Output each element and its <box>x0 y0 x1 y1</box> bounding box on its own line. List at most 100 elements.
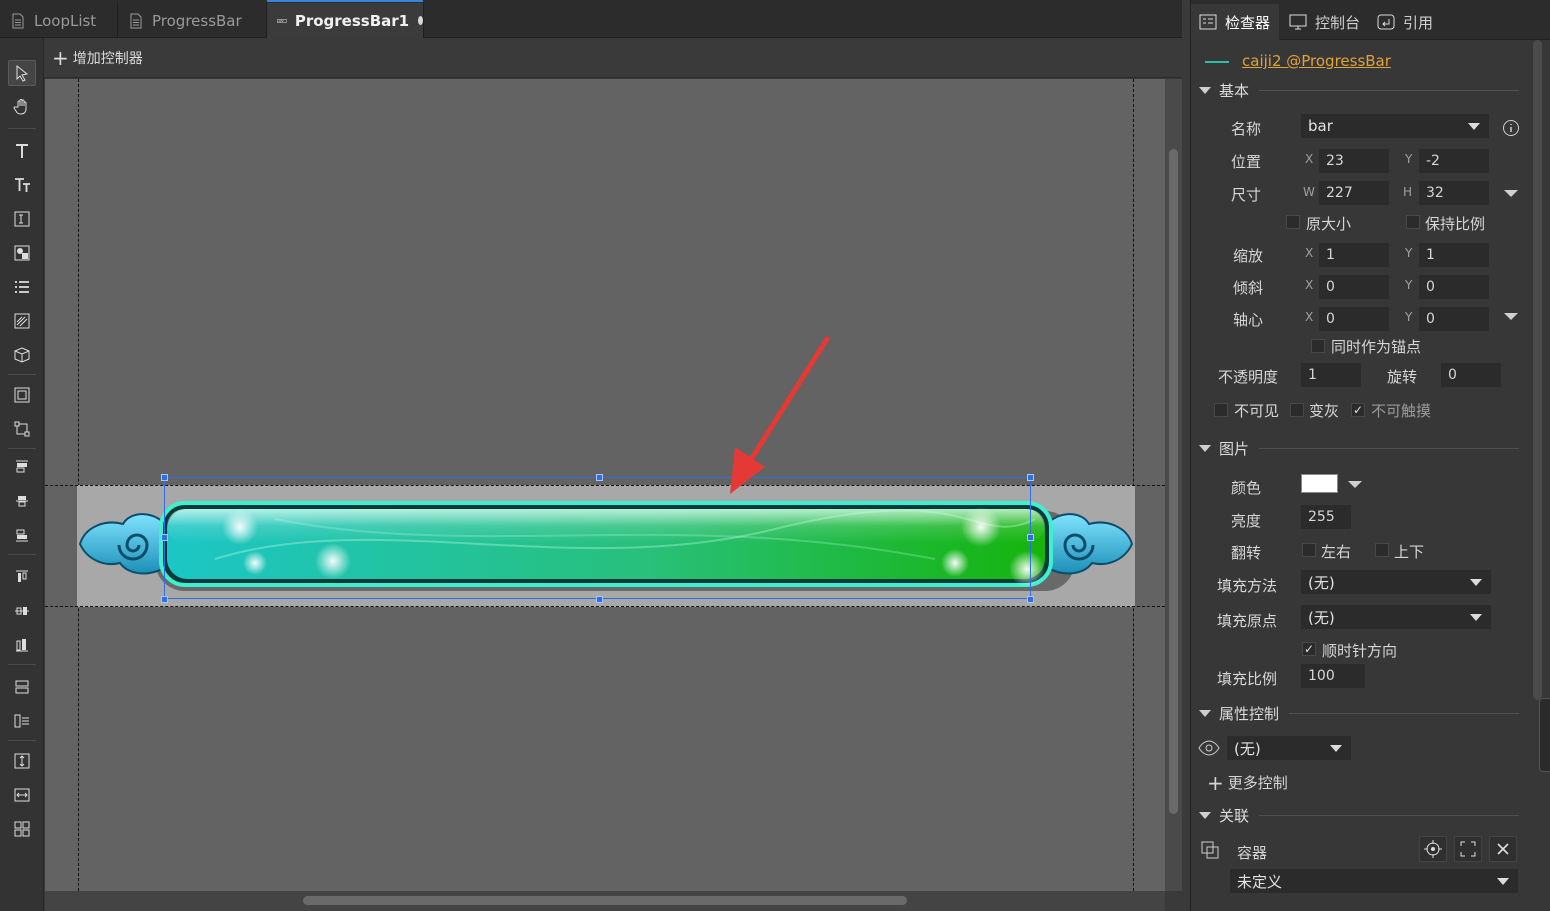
axis-y-label: Y <box>1405 152 1413 166</box>
axis-y-label: Y <box>1405 278 1413 292</box>
section-title: 基本 <box>1219 81 1250 100</box>
resize-handle[interactable] <box>161 474 168 481</box>
collapse-triangle-icon <box>1199 86 1211 94</box>
resize-handle[interactable] <box>1027 596 1034 603</box>
remove-relation-button[interactable] <box>1489 836 1517 862</box>
resize-handle[interactable] <box>161 534 168 541</box>
tab-looplist[interactable]: LoopList <box>0 3 118 38</box>
size-h-field[interactable]: 32 <box>1419 181 1489 205</box>
fill-amount-field[interactable]: 100 <box>1301 664 1365 688</box>
input-text-icon[interactable] <box>8 206 36 232</box>
eye-icon[interactable] <box>1198 740 1220 756</box>
list-icon[interactable] <box>8 274 36 300</box>
relation-target-select[interactable]: 未定义 <box>1230 869 1518 893</box>
pivot-as-anchor-checkbox[interactable] <box>1311 339 1325 353</box>
align-top-icon[interactable] <box>8 454 36 480</box>
inspector-panel: 检查器 控制台 引用 caiji2 @ProgressBar 基本 名称 bar… <box>1190 0 1550 911</box>
property-control-select[interactable]: (无) <box>1227 736 1351 760</box>
opacity-field[interactable]: 1 <box>1301 363 1361 387</box>
pivot-menu-icon[interactable] <box>1504 313 1518 320</box>
select-arrow-icon[interactable] <box>8 60 36 86</box>
same-height-icon[interactable] <box>8 748 36 774</box>
fill-origin-select[interactable]: (无) <box>1301 605 1491 629</box>
tab-reference[interactable]: 引用 <box>1369 4 1441 40</box>
component-icon[interactable] <box>8 382 36 408</box>
close-icon <box>1497 843 1509 855</box>
pivot-y-field[interactable]: 0 <box>1419 307 1489 331</box>
side-badge <box>1539 698 1550 772</box>
same-width-icon[interactable] <box>8 782 36 808</box>
flip-ud-checkbox[interactable] <box>1375 543 1389 557</box>
model-3d-icon[interactable] <box>8 342 36 368</box>
grayed-checkbox[interactable] <box>1290 403 1304 417</box>
position-y-field[interactable]: -2 <box>1419 149 1489 173</box>
unsaved-dot-icon <box>418 16 423 25</box>
progressbar-icon[interactable] <box>8 308 36 334</box>
section-image[interactable]: 图片 <box>1199 438 1529 458</box>
inspector-scrollbar[interactable] <box>1533 40 1545 911</box>
untouchable-checkbox[interactable]: ✓ <box>1351 403 1365 417</box>
tab-inspector[interactable]: 检查器 <box>1191 4 1279 40</box>
scale-x-field[interactable]: 1 <box>1319 243 1389 267</box>
section-basic[interactable]: 基本 <box>1199 80 1529 100</box>
info-icon[interactable] <box>1502 119 1520 137</box>
resize-handle[interactable] <box>596 474 603 481</box>
color-swatch[interactable] <box>1301 474 1338 493</box>
rich-text-icon[interactable] <box>8 172 36 198</box>
invisible-checkbox[interactable] <box>1214 403 1228 417</box>
flip-lr-checkbox[interactable] <box>1302 543 1316 557</box>
distribute-h-icon[interactable] <box>8 708 36 734</box>
tab-progressbar1[interactable]: ProgressBar1 <box>267 0 424 38</box>
brightness-field[interactable]: 255 <box>1301 505 1351 529</box>
add-controller-button[interactable]: + 增加控制器 <box>52 48 143 68</box>
skew-y-field[interactable]: 0 <box>1419 275 1489 299</box>
hand-pan-icon[interactable] <box>8 94 36 120</box>
tab-label: ProgressBar <box>152 11 242 30</box>
canvas-horizontal-scrollbar[interactable] <box>45 891 1165 911</box>
size-menu-icon[interactable] <box>1504 190 1518 197</box>
locate-target-button[interactable] <box>1419 836 1447 862</box>
tab-console[interactable]: 控制台 <box>1281 4 1369 40</box>
align-bottom-icon[interactable] <box>8 522 36 548</box>
text-icon[interactable] <box>8 138 36 164</box>
distribute-v-icon[interactable] <box>8 674 36 700</box>
resize-handle[interactable] <box>1027 474 1034 481</box>
relation-icon[interactable] <box>8 416 36 442</box>
clockwise-checkbox[interactable]: ✓ <box>1302 642 1316 656</box>
grid-icon[interactable] <box>8 816 36 842</box>
resize-handle[interactable] <box>1027 534 1034 541</box>
keep-ratio-checkbox[interactable] <box>1406 215 1420 229</box>
axis-x-label: X <box>1305 310 1314 324</box>
align-vcenter-icon[interactable] <box>8 488 36 514</box>
object-link[interactable]: caiji2 @ProgressBar <box>1242 52 1391 70</box>
canvas-vertical-scrollbar[interactable] <box>1165 79 1182 891</box>
section-property-control[interactable]: 属性控制 <box>1199 703 1529 723</box>
pivot-x-field[interactable]: 0 <box>1319 307 1389 331</box>
original-size-checkbox[interactable] <box>1286 215 1300 229</box>
image-icon[interactable] <box>8 240 36 266</box>
skew-x-field[interactable]: 0 <box>1319 275 1389 299</box>
fill-method-select[interactable]: (无) <box>1301 570 1491 594</box>
resize-handle[interactable] <box>596 596 603 603</box>
stage-canvas[interactable] <box>45 79 1165 891</box>
scale-y-field[interactable]: 1 <box>1419 243 1489 267</box>
clockwise-label: 顺时针方向 <box>1322 642 1398 660</box>
position-label: 位置 <box>1231 153 1262 171</box>
align-left-icon[interactable] <box>8 564 36 590</box>
align-hcenter-icon[interactable] <box>8 598 36 624</box>
expand-button[interactable] <box>1454 836 1482 862</box>
grayed-label: 变灰 <box>1309 402 1340 420</box>
section-relation[interactable]: 关联 <box>1199 805 1529 825</box>
tab-progressbar[interactable]: ProgressBar <box>118 3 267 38</box>
guide-line <box>45 606 1165 607</box>
rotation-field[interactable]: 0 <box>1441 363 1501 387</box>
position-x-field[interactable]: 23 <box>1319 149 1389 173</box>
color-menu-icon[interactable] <box>1348 481 1362 488</box>
size-w-field[interactable]: 227 <box>1319 181 1389 205</box>
add-controller-bar: + 增加控制器 <box>44 38 1182 78</box>
expand-icon <box>1460 841 1476 857</box>
resize-handle[interactable] <box>161 596 168 603</box>
more-control-button[interactable]: + 更多控制 <box>1207 772 1288 793</box>
align-right-icon[interactable] <box>8 632 36 658</box>
name-select[interactable]: bar <box>1301 114 1489 138</box>
